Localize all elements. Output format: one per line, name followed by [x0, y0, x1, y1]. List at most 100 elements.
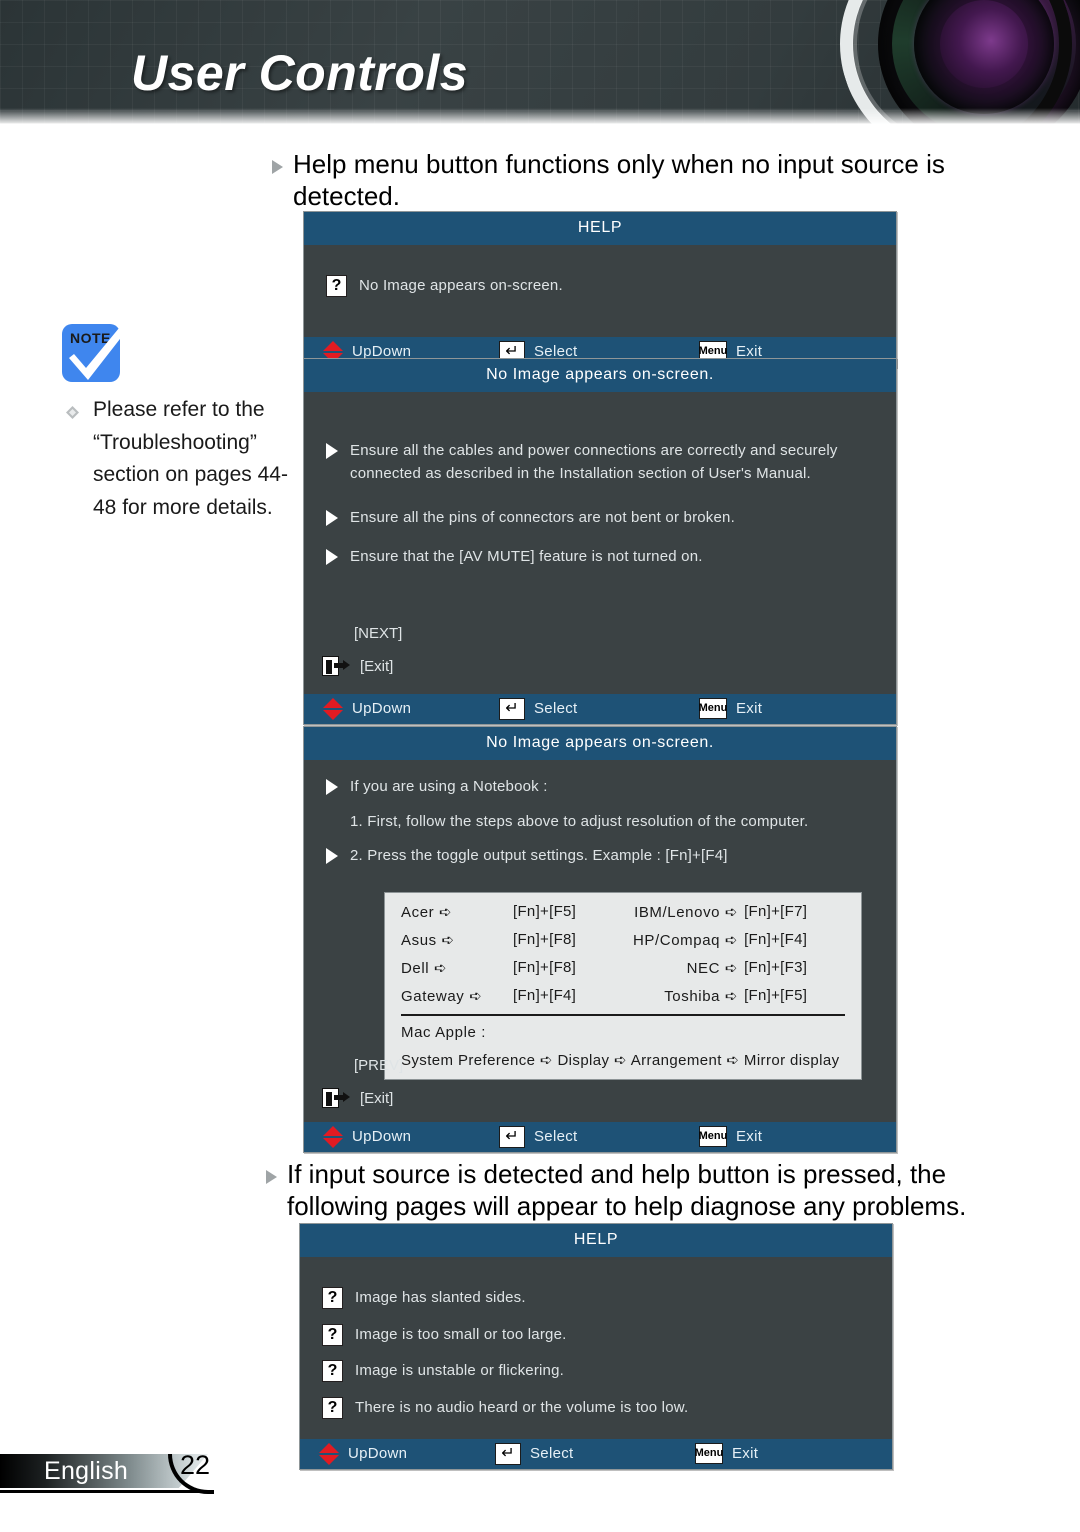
- table-cell-keys: [Fn]+[F4]: [744, 931, 808, 948]
- footer-updown[interactable]: UpDown: [304, 1125, 499, 1148]
- osd-help-item[interactable]: ? Image is too small or too large.: [322, 1323, 892, 1347]
- osd-item-label: No Image appears on-screen.: [359, 277, 563, 294]
- bullet-triangle-icon: [272, 160, 283, 174]
- bullet-input-detected-note: If input source is detected and help but…: [266, 1158, 1006, 1222]
- osd-nav-prev-label: [PREV]: [354, 1057, 404, 1074]
- bullet-text: Help menu button functions only when no …: [293, 149, 945, 212]
- osd-item-label: There is no audio heard or the volume is…: [355, 1398, 689, 1416]
- footer-select[interactable]: ↵ Select: [499, 697, 699, 720]
- note-bullet-diamond-icon: [66, 406, 79, 419]
- arrow-right-glyph: ➪: [724, 930, 739, 949]
- question-mark-icon: ?: [322, 1287, 343, 1309]
- table-cell-brand: Dell ➪: [401, 958, 448, 977]
- osd-item-label: Ensure all the cables and power connecti…: [350, 442, 838, 482]
- footer-select-label: Select: [534, 700, 578, 717]
- table-cell-keys: [Fn]+[F7]: [744, 903, 808, 920]
- osd-footer-bar: UpDown ↵ Select Menu Exit: [304, 694, 896, 724]
- osd-nav-exit-label: [Exit]: [360, 657, 394, 675]
- osd-nav-exit[interactable]: [Exit]: [322, 656, 393, 676]
- manual-page: User Controls Help menu button functions…: [0, 0, 1080, 1532]
- osd-title: No Image appears on-screen.: [304, 727, 896, 760]
- enter-key-icon: ↵: [495, 1442, 521, 1465]
- page-number: 22: [180, 1450, 211, 1480]
- footer-select[interactable]: ↵ Select: [495, 1442, 695, 1465]
- osd-nav-exit[interactable]: [Exit]: [322, 1088, 393, 1108]
- footer-exit-label: Exit: [736, 1128, 763, 1145]
- osd-item-label: Image has slanted sides.: [355, 1289, 526, 1306]
- question-mark-icon: ?: [322, 1323, 343, 1346]
- table-cell-keys: [Fn]+[F5]: [513, 903, 577, 920]
- mac-apple-flow: System Preference ➪ Display ➪ Arrangemen…: [401, 1051, 840, 1069]
- osd-help-item[interactable]: ? There is no audio heard or the volume …: [322, 1396, 892, 1420]
- footer-exit[interactable]: Menu Exit: [695, 1443, 758, 1464]
- language-label: English: [44, 1457, 129, 1485]
- enter-key-icon: ↵: [499, 1125, 525, 1148]
- footer-updown[interactable]: UpDown: [304, 697, 499, 720]
- footer-updown-label: UpDown: [352, 1128, 412, 1145]
- osd-footer-bar: UpDown ↵ Select Menu Exit: [300, 1439, 892, 1469]
- osd-item-label: Ensure all the pins of connectors are no…: [350, 509, 735, 526]
- table-cell-keys: [Fn]+[F5]: [744, 987, 808, 1004]
- osd-check-item[interactable]: Ensure all the pins of connectors are no…: [326, 507, 880, 530]
- menu-key-icon: Menu: [695, 1443, 723, 1464]
- table-cell-brand: Asus ➪: [401, 930, 455, 949]
- osd-help-item[interactable]: ? Image has slanted sides.: [322, 1287, 892, 1310]
- osd-nav-prev[interactable]: [PREV]: [354, 1057, 403, 1074]
- footer-exit[interactable]: Menu Exit: [699, 698, 762, 719]
- footer-rule: [0, 1490, 210, 1493]
- enter-key-icon: ↵: [499, 697, 525, 720]
- table-cell-brand: Acer ➪: [401, 902, 453, 921]
- table-divider: [401, 1013, 845, 1016]
- up-down-arrow-icon: [319, 1442, 339, 1465]
- footer-select-label: Select: [534, 1128, 578, 1145]
- osd-nav-next-label: [NEXT]: [354, 625, 403, 642]
- osd-dialog-help-1: HELP ? No Image appears on-screen. UpDow…: [303, 211, 897, 368]
- osd-item-label: Image is too small or too large.: [355, 1325, 567, 1343]
- osd-help-item[interactable]: ? No Image appears on-screen.: [326, 275, 896, 298]
- arrow-right-glyph: ➪: [724, 986, 739, 1005]
- up-down-arrow-icon: [323, 697, 343, 720]
- osd-title: HELP: [300, 1224, 892, 1257]
- footer-updown[interactable]: UpDown: [300, 1442, 495, 1465]
- osd-nav-next[interactable]: [NEXT]: [354, 625, 402, 642]
- osd-title: No Image appears on-screen.: [304, 359, 896, 392]
- osd-check-item[interactable]: Ensure that the [AV MUTE] feature is not…: [326, 546, 880, 569]
- arrow-right-glyph: ➪: [441, 930, 455, 949]
- arrow-right-glyph: ➪: [434, 958, 448, 977]
- bullet-help-menu-note: Help menu button functions only when no …: [272, 148, 952, 212]
- page-header-banner: User Controls: [0, 0, 1080, 124]
- osd-dialog-no-image-2: No Image appears on-screen. If you are u…: [303, 726, 897, 1153]
- menu-key-icon: Menu: [699, 698, 727, 719]
- osd-nav-exit-label: [Exit]: [360, 1089, 394, 1107]
- question-mark-icon: ?: [322, 1360, 343, 1382]
- footer-updown-label: UpDown: [352, 700, 412, 717]
- arrow-right-glyph: ➪: [724, 958, 739, 977]
- arrow-right-glyph: ➪: [439, 902, 453, 921]
- osd-item-label: 2. Press the toggle output settings. Exa…: [350, 847, 728, 864]
- up-down-arrow-icon: [323, 1125, 343, 1148]
- osd-help-item[interactable]: ? Image is unstable or flickering.: [322, 1360, 892, 1383]
- osd-dialog-no-image-1: No Image appears on-screen. Ensure all t…: [303, 358, 897, 725]
- arrow-right-icon: [326, 779, 338, 795]
- footer-select[interactable]: ↵ Select: [499, 1125, 699, 1148]
- bullet-triangle-icon: [266, 1170, 277, 1184]
- footer-exit-label: Exit: [732, 1445, 759, 1462]
- osd-item-label: 1. First, follow the steps above to adju…: [350, 812, 809, 830]
- osd-footer-bar: UpDown ↵ Select Menu Exit: [304, 1122, 896, 1152]
- osd-notebook-step-1: 1. First, follow the steps above to adju…: [326, 811, 880, 834]
- notebook-shortcut-table: Acer ➪ [Fn]+[F5] IBM/Lenovo ➪ [Fn]+[F7] …: [384, 891, 862, 1080]
- osd-notebook-step-2[interactable]: 2. Press the toggle output settings. Exa…: [326, 845, 880, 868]
- page-title: User Controls: [131, 45, 469, 101]
- note-text: Please refer to the “Troubleshooting” se…: [93, 398, 288, 519]
- osd-body: ? Image has slanted sides. ? Image is to…: [300, 1257, 892, 1439]
- osd-notebook-intro[interactable]: If you are using a Notebook :: [326, 776, 880, 799]
- note-sidebar: NOTE Please refer to the “Troubleshootin…: [62, 320, 292, 524]
- osd-check-item[interactable]: Ensure all the cables and power connecti…: [326, 440, 880, 485]
- table-cell-brand: Gateway ➪: [401, 986, 483, 1005]
- osd-title: HELP: [304, 212, 896, 245]
- footer-exit[interactable]: Menu Exit: [699, 1126, 762, 1147]
- mac-apple-label: Mac Apple :: [401, 1023, 486, 1041]
- note-checkmark-icon: NOTE: [62, 320, 130, 382]
- osd-item-label: If you are using a Notebook :: [350, 778, 548, 795]
- footer-updown-label: UpDown: [348, 1445, 408, 1462]
